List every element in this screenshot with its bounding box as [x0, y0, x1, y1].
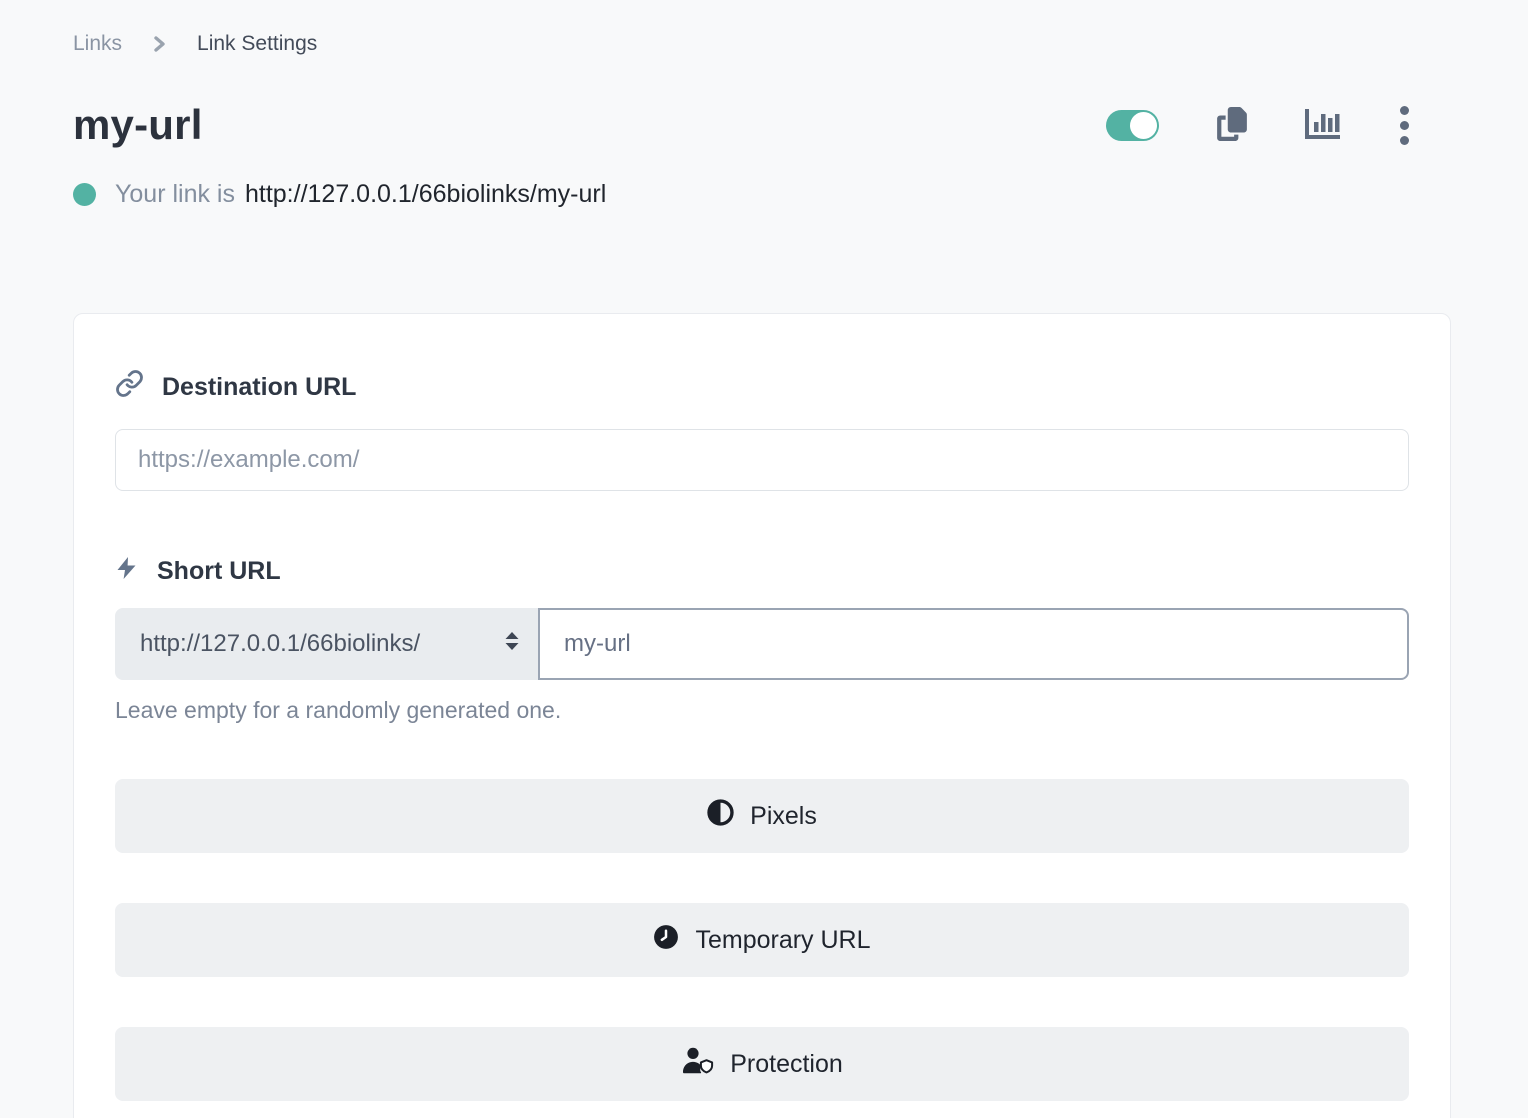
- chevron-right-icon: [153, 35, 166, 53]
- section-buttons: Pixels Temporary URL: [115, 779, 1409, 1101]
- breadcrumb-link-settings: Link Settings: [197, 32, 317, 56]
- temporary-url-button-label: Temporary URL: [695, 926, 870, 955]
- protection-button-label: Protection: [730, 1050, 843, 1079]
- short-url-label: Short URL: [157, 557, 281, 586]
- chart-bar-icon: [1305, 109, 1340, 142]
- status-prefix: Your link is: [115, 180, 235, 209]
- more-options-button[interactable]: [1398, 104, 1411, 147]
- clock-icon: [653, 924, 679, 957]
- short-url-domain-value: http://127.0.0.1/66biolinks/: [140, 630, 420, 658]
- destination-url-label: Destination URL: [162, 373, 356, 402]
- copy-icon: [1217, 107, 1247, 144]
- short-url-domain-select[interactable]: http://127.0.0.1/66biolinks/: [115, 608, 538, 680]
- breadcrumb-links[interactable]: Links: [73, 32, 122, 56]
- header-actions: [1106, 104, 1451, 147]
- kebab-menu-icon: [1400, 106, 1409, 145]
- adjust-icon: [707, 799, 734, 833]
- short-url-help-text: Leave empty for a randomly generated one…: [115, 697, 1409, 724]
- short-url-row: http://127.0.0.1/66biolinks/: [115, 608, 1409, 680]
- status-dot: [73, 183, 96, 206]
- pixels-section-button[interactable]: Pixels: [115, 779, 1409, 853]
- short-url-label-row: Short URL: [115, 554, 1409, 589]
- protection-section-button[interactable]: Protection: [115, 1027, 1409, 1101]
- bolt-icon: [115, 554, 139, 589]
- short-url-slug-input[interactable]: [538, 608, 1409, 680]
- temporary-url-section-button[interactable]: Temporary URL: [115, 903, 1409, 977]
- link-settings-card: Destination URL Short URL http://127.0.0…: [73, 313, 1451, 1118]
- destination-url-input[interactable]: [115, 429, 1409, 491]
- statistics-button[interactable]: [1305, 109, 1340, 142]
- toggle-knob: [1130, 112, 1157, 139]
- user-shield-icon: [681, 1047, 714, 1081]
- sort-icon: [502, 629, 522, 660]
- copy-link-button[interactable]: [1217, 107, 1247, 144]
- destination-url-label-row: Destination URL: [115, 369, 1409, 405]
- page: Links Link Settings my-url: [0, 0, 1528, 1118]
- pixels-button-label: Pixels: [750, 802, 817, 831]
- page-header: my-url: [73, 101, 1451, 149]
- link-status: Your link is http://127.0.0.1/66biolinks…: [73, 180, 1451, 209]
- page-title: my-url: [73, 101, 203, 149]
- status-url: http://127.0.0.1/66biolinks/my-url: [245, 180, 606, 209]
- breadcrumb: Links Link Settings: [73, 32, 1451, 56]
- link-icon: [115, 369, 144, 405]
- link-enabled-toggle[interactable]: [1106, 110, 1159, 141]
